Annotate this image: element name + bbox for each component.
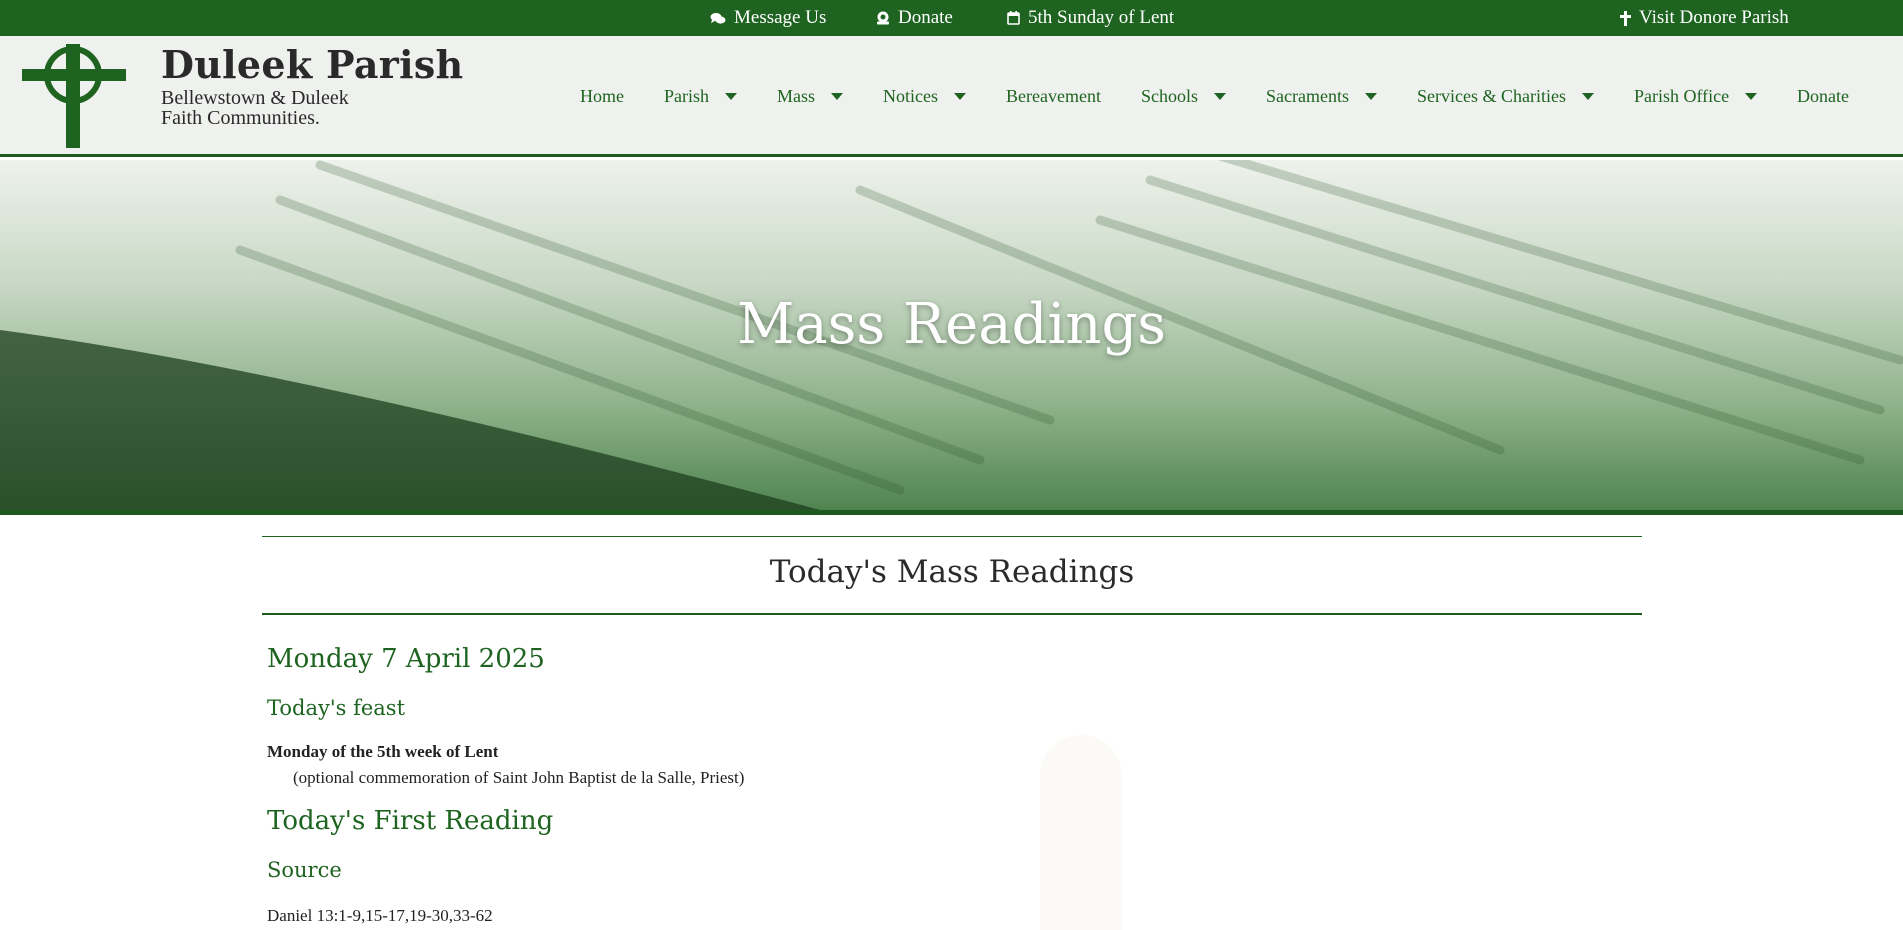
nav-bereavement-label: Bereavement bbox=[1006, 86, 1101, 106]
nav-parish-office[interactable]: Parish Office bbox=[1634, 36, 1758, 157]
nav-mass-label: Mass bbox=[777, 86, 816, 106]
nav-notices[interactable]: Notices bbox=[883, 36, 966, 157]
message-us-link[interactable]: Message Us bbox=[710, 0, 826, 36]
faint-watermark-shape bbox=[1040, 735, 1122, 930]
feast-heading: Today's feast bbox=[267, 696, 406, 720]
nav-sacraments-label: Sacraments bbox=[1266, 86, 1349, 106]
nav-services-charities[interactable]: Services & Charities bbox=[1417, 36, 1594, 157]
chevron-down-icon bbox=[831, 93, 844, 100]
cross-icon bbox=[1620, 10, 1631, 26]
nav-parish[interactable]: Parish bbox=[664, 36, 737, 157]
chevron-down-icon bbox=[725, 93, 737, 100]
chat-bubbles-icon bbox=[710, 12, 726, 25]
nav-home-label: Home bbox=[580, 86, 624, 106]
hero-title: Mass Readings bbox=[736, 292, 1167, 357]
source-reference: Daniel 13:1-9,15-17,19-30,33-62 bbox=[267, 906, 493, 925]
nav-donate[interactable]: Donate bbox=[1797, 36, 1849, 157]
chevron-down-icon bbox=[1745, 93, 1758, 100]
visit-donore-label: Visit Donore Parish bbox=[1639, 7, 1789, 28]
chevron-down-icon bbox=[953, 93, 966, 100]
calendar-icon bbox=[1007, 11, 1020, 25]
divider-top bbox=[262, 536, 1642, 537]
main-nav: Home Parish Mass Notices Bereavement Sch… bbox=[0, 36, 1903, 157]
liturgical-day-label: 5th Sunday of Lent bbox=[1028, 7, 1175, 28]
donate-hand-icon bbox=[876, 11, 890, 25]
source-heading: Source bbox=[267, 858, 342, 882]
nav-parish-label: Parish bbox=[664, 86, 709, 106]
feast-name: Monday of the 5th week of Lent bbox=[267, 742, 499, 761]
nav-mass[interactable]: Mass bbox=[777, 36, 844, 157]
liturgical-day-link[interactable]: 5th Sunday of Lent bbox=[1007, 0, 1174, 36]
nav-bereavement[interactable]: Bereavement bbox=[1006, 36, 1101, 157]
top-utility-bar: Message Us Donate 5th Sunday of Lent Vis… bbox=[0, 0, 1903, 36]
chevron-down-icon bbox=[1581, 93, 1594, 100]
reading-date: Monday 7 April 2025 bbox=[267, 644, 545, 674]
donate-top-label: Donate bbox=[898, 7, 953, 28]
visit-donore-link[interactable]: Visit Donore Parish bbox=[1620, 0, 1789, 36]
nav-schools-label: Schools bbox=[1141, 86, 1199, 106]
nav-schools[interactable]: Schools bbox=[1141, 36, 1227, 157]
chevron-down-icon bbox=[1364, 93, 1377, 100]
feast-commemoration: (optional commemoration of Saint John Ba… bbox=[293, 768, 745, 787]
divider-bottom bbox=[262, 613, 1642, 615]
hero-bottom-border bbox=[0, 510, 1903, 515]
page-heading: Today's Mass Readings bbox=[769, 554, 1135, 590]
chevron-down-icon bbox=[1214, 93, 1227, 100]
donate-top-link[interactable]: Donate bbox=[876, 0, 953, 36]
nav-notices-label: Notices bbox=[883, 86, 938, 106]
nav-office-label: Parish Office bbox=[1634, 86, 1730, 106]
nav-sacraments[interactable]: Sacraments bbox=[1266, 36, 1377, 157]
first-reading-heading: Today's First Reading bbox=[267, 806, 554, 836]
nav-services-label: Services & Charities bbox=[1417, 86, 1566, 106]
nav-donate-label: Donate bbox=[1797, 86, 1849, 106]
nav-home[interactable]: Home bbox=[580, 36, 624, 157]
message-us-label: Message Us bbox=[734, 7, 827, 28]
